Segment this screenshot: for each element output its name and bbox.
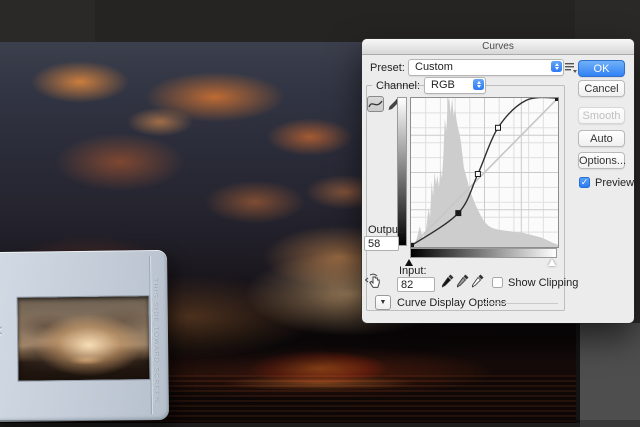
workspace-bottom-strip: [0, 420, 640, 427]
preset-dropdown[interactable]: Custom: [408, 59, 564, 76]
channel-dropdown[interactable]: RGB: [424, 77, 486, 94]
show-clipping-checkbox[interactable]: [492, 277, 503, 288]
targeted-adjustment-tool-icon[interactable]: [365, 272, 384, 290]
curves-dialog: Curves Preset: Custom OK Cancel Smooth A…: [362, 39, 634, 323]
slide-embossed-text: THIS SIDE TOWARD SCREEN: [151, 278, 160, 410]
output-field[interactable]: [364, 236, 399, 251]
dialog-titlebar[interactable]: Curves: [362, 39, 634, 55]
preset-label: Preset:: [370, 62, 405, 74]
slide-photo: [17, 295, 151, 382]
input-field[interactable]: [397, 277, 435, 292]
white-point-slider[interactable]: [548, 259, 556, 266]
smooth-button: Smooth: [578, 107, 625, 124]
photoshop-screenshot: { "window": { "title": "Curves" }, "dial…: [0, 0, 640, 427]
canvas-top-shadow: [95, 0, 575, 42]
output-label: Output:: [368, 224, 404, 236]
workspace-background: [580, 323, 640, 427]
preset-menu-icon[interactable]: [564, 62, 577, 73]
input-label: Input:: [399, 265, 427, 277]
film-slide-mount: THIS SIDE TOWARD SCREEN ≪: [0, 250, 169, 422]
options-button[interactable]: Options...: [578, 152, 625, 169]
channel-label: Channel:: [376, 80, 420, 92]
curve-display-options-disclosure[interactable]: ▼: [375, 295, 391, 310]
preview-label: Preview: [595, 177, 634, 189]
gray-point-eyedropper-icon[interactable]: [456, 273, 470, 289]
input-gradient-bar: [410, 248, 557, 258]
preview-checkbox[interactable]: ✓: [579, 177, 590, 188]
curve-grid[interactable]: [410, 97, 559, 248]
show-clipping-label: Show Clipping: [508, 277, 578, 289]
slide-embossed-mark: ≪: [0, 324, 3, 340]
curve-point-tool-button[interactable]: [367, 96, 384, 112]
channel-value: RGB: [431, 79, 455, 91]
check-icon: ✓: [581, 177, 589, 187]
stepper-icon: [551, 61, 562, 72]
curve-icon: [368, 97, 383, 111]
ok-button[interactable]: OK: [578, 60, 625, 77]
white-point-eyedropper-icon[interactable]: [471, 273, 485, 289]
preset-value: Custom: [415, 61, 453, 73]
dialog-title: Curves: [482, 41, 514, 52]
disclosure-triangle-icon: ▼: [380, 299, 387, 306]
channel-row: Channel: RGB: [372, 77, 382, 95]
cancel-button[interactable]: Cancel: [578, 80, 625, 97]
auto-button[interactable]: Auto: [578, 130, 625, 147]
curve-plot: [411, 98, 558, 247]
stepper-icon: [473, 79, 484, 90]
black-point-eyedropper-icon[interactable]: [441, 273, 455, 289]
divider: [482, 303, 558, 304]
